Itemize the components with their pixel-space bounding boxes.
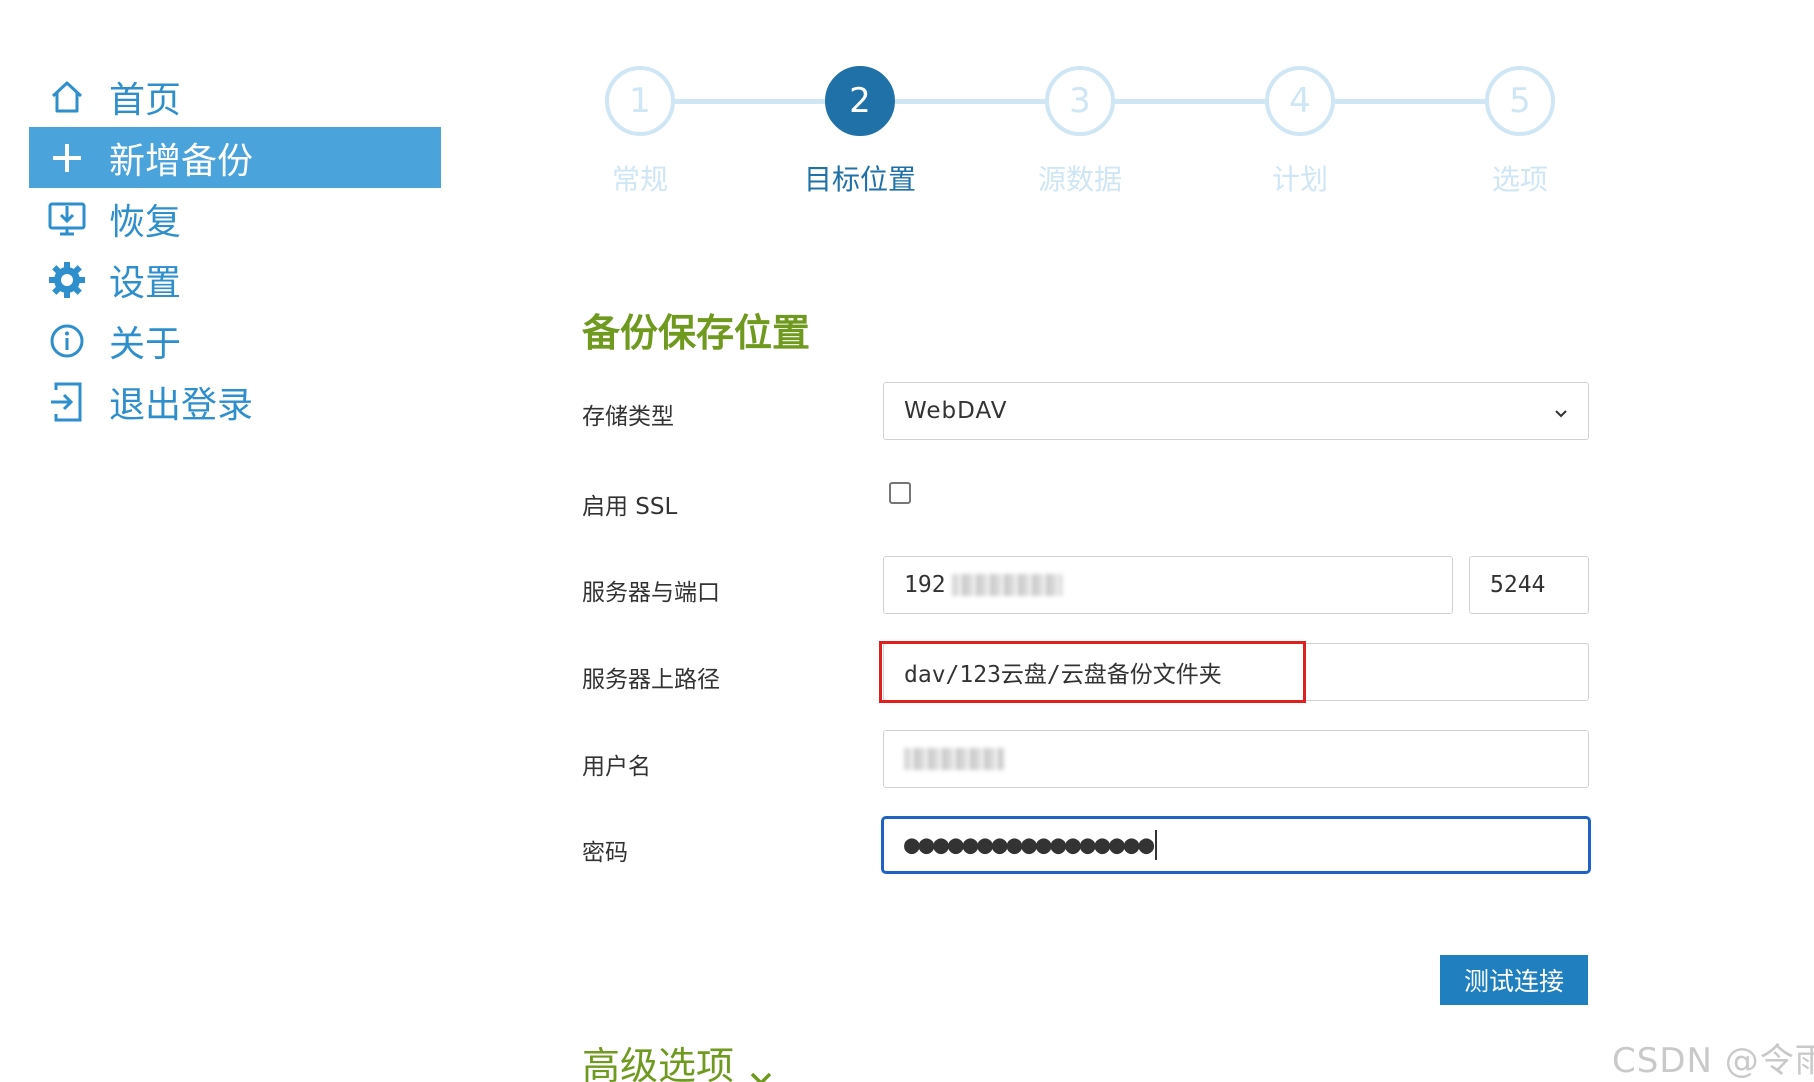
step-source-data[interactable]: 3 源数据 xyxy=(1000,62,1160,198)
server-port-value: 5244 xyxy=(1490,572,1546,598)
sidebar: 首页 新增备份 恢复 设置 关于 退出登录 xyxy=(29,66,441,432)
username-input[interactable] xyxy=(883,730,1589,788)
server-host-value: 192 xyxy=(904,572,946,598)
password-row: 密码 ●●●●●●●●●●●●●●●●● xyxy=(582,816,1592,876)
logout-icon xyxy=(29,371,105,432)
password-input[interactable]: ●●●●●●●●●●●●●●●●● xyxy=(881,816,1591,874)
storage-type-select[interactable]: WebDAV xyxy=(883,382,1589,440)
watermark: CSDN @令雨 xyxy=(1612,1041,1814,1081)
path-row: 服务器上路径 dav/123云盘/云盘备份文件夹 xyxy=(582,641,1592,703)
wizard-stepper: 1 常规 2 目标位置 3 源数据 4 计划 5 选项 xyxy=(560,62,1560,202)
step-number: 2 xyxy=(825,66,895,136)
password-label: 密码 xyxy=(582,840,628,866)
path-label: 服务器上路径 xyxy=(582,667,720,693)
text-caret xyxy=(1155,830,1158,860)
sidebar-item-label: 新增备份 xyxy=(109,140,254,182)
password-value: ●●●●●●●●●●●●●●●●● xyxy=(904,830,1154,860)
server-port-input[interactable]: 5244 xyxy=(1469,556,1589,614)
step-options[interactable]: 5 选项 xyxy=(1440,62,1600,198)
sidebar-item-home[interactable]: 首页 xyxy=(29,66,441,127)
step-label: 源数据 xyxy=(1037,163,1122,196)
redacted-host xyxy=(951,574,1062,596)
step-label: 计划 xyxy=(1271,163,1328,196)
username-row: 用户名 xyxy=(582,730,1592,790)
step-general[interactable]: 1 常规 xyxy=(560,62,720,198)
step-destination[interactable]: 2 目标位置 xyxy=(780,62,940,198)
sidebar-item-label: 关于 xyxy=(109,323,182,365)
page-title: 备份保存位置 xyxy=(582,311,811,355)
ssl-checkbox[interactable] xyxy=(889,482,911,504)
step-label: 选项 xyxy=(1491,163,1548,196)
info-icon xyxy=(29,310,105,371)
chevron-down-icon xyxy=(748,1053,774,1082)
server-row: 服务器与端口 192 5244 xyxy=(582,556,1592,616)
sidebar-item-add-backup[interactable]: 新增备份 xyxy=(29,127,441,188)
step-number: 4 xyxy=(1265,66,1335,136)
ssl-label: 启用 SSL xyxy=(582,494,678,520)
sidebar-item-label: 设置 xyxy=(109,262,182,304)
step-schedule[interactable]: 4 计划 xyxy=(1220,62,1380,198)
sidebar-item-label: 恢复 xyxy=(109,201,182,243)
sidebar-item-label: 首页 xyxy=(109,79,182,121)
sidebar-item-about[interactable]: 关于 xyxy=(29,310,441,371)
redacted-username xyxy=(904,748,1004,770)
username-label: 用户名 xyxy=(582,754,651,780)
advanced-options-label: 高级选项 xyxy=(582,1044,735,1082)
server-label: 服务器与端口 xyxy=(582,580,720,606)
server-host-input[interactable]: 192 xyxy=(883,556,1453,614)
sidebar-item-settings[interactable]: 设置 xyxy=(29,249,441,310)
test-connection-button[interactable]: 测试连接 xyxy=(1440,955,1588,1005)
storage-type-value: WebDAV xyxy=(904,398,1008,424)
restore-icon xyxy=(29,188,105,249)
highlight-box xyxy=(879,641,1306,703)
storage-type-row: 存储类型 WebDAV xyxy=(582,382,1592,442)
step-number: 5 xyxy=(1485,66,1555,136)
storage-type-label: 存储类型 xyxy=(582,404,674,430)
step-number: 1 xyxy=(605,66,675,136)
sidebar-item-logout[interactable]: 退出登录 xyxy=(29,371,441,432)
chevron-down-icon xyxy=(1552,402,1570,420)
sidebar-item-restore[interactable]: 恢复 xyxy=(29,188,441,249)
step-label: 目标位置 xyxy=(803,163,916,196)
step-label: 常规 xyxy=(611,163,668,196)
gear-icon xyxy=(29,249,105,310)
step-number: 3 xyxy=(1045,66,1115,136)
sidebar-item-label: 退出登录 xyxy=(109,384,254,426)
home-icon xyxy=(29,66,105,127)
advanced-options-toggle[interactable]: 高级选项 xyxy=(582,1035,774,1082)
plus-icon xyxy=(29,127,105,188)
ssl-row: 启用 SSL xyxy=(582,470,1592,530)
